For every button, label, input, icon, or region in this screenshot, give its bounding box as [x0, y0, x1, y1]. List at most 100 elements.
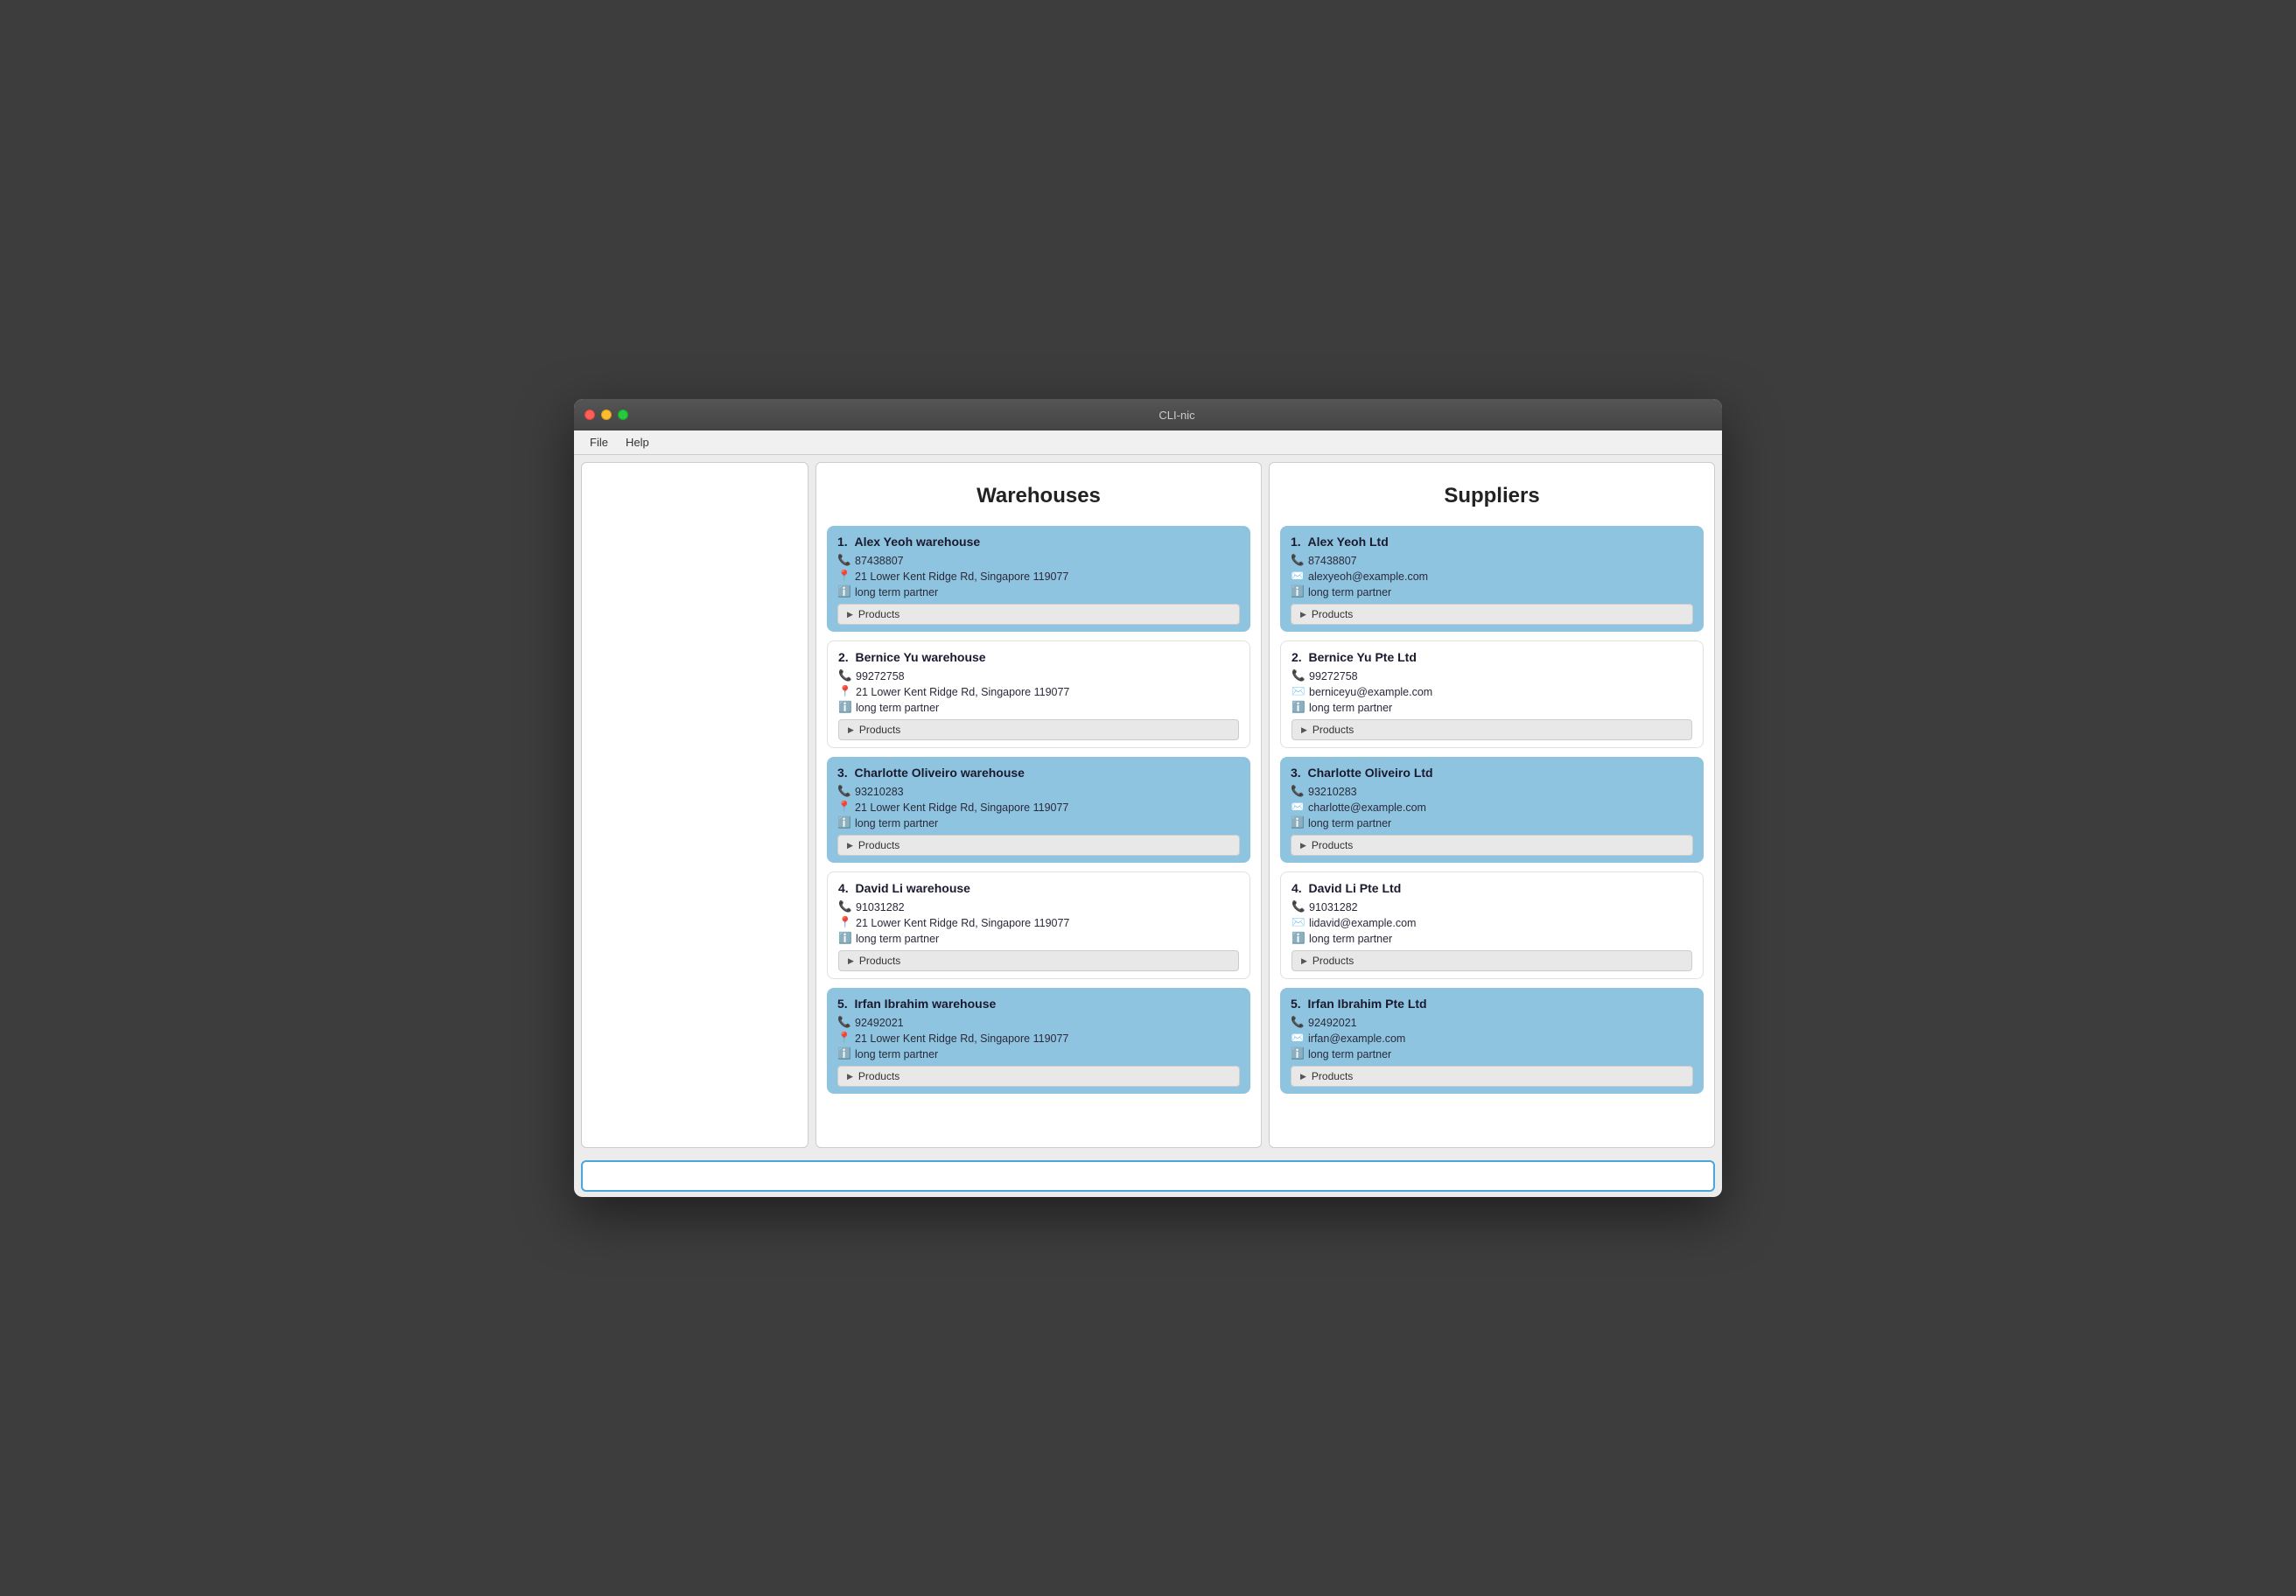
supplier-products-btn[interactable]: ▶ Products: [1291, 835, 1693, 856]
menu-help[interactable]: Help: [617, 434, 658, 451]
phone-icon: 📞: [1291, 1016, 1303, 1029]
menu-bar: File Help: [574, 430, 1722, 455]
warehouse-note: ℹ️ long term partner: [837, 585, 1240, 598]
minimize-button[interactable]: [601, 410, 612, 420]
phone-icon: 📞: [1292, 669, 1304, 682]
info-icon: ℹ️: [837, 585, 850, 598]
warehouse-products-btn[interactable]: ▶ Products: [838, 719, 1239, 740]
email-icon: ✉️: [1292, 685, 1304, 698]
supplier-email: ✉️ alexyeoh@example.com: [1291, 570, 1693, 583]
title-bar: CLI-nic: [574, 399, 1722, 430]
info-icon: ℹ️: [838, 701, 850, 714]
warehouse-phone: 📞 93210283: [837, 785, 1240, 798]
supplier-phone: 📞 91031282: [1292, 900, 1692, 914]
bottom-bar: [574, 1155, 1722, 1197]
warehouses-list[interactable]: 1. Alex Yeoh warehouse 📞 87438807 📍 21 L…: [816, 522, 1261, 1147]
supplier-card-header: 1. Alex Yeoh Ltd: [1291, 535, 1693, 549]
supplier-email: ✉️ charlotte@example.com: [1291, 801, 1693, 814]
supplier-note: ℹ️ long term partner: [1291, 1047, 1693, 1060]
supplier-phone: 📞 92492021: [1291, 1016, 1693, 1029]
location-icon: 📍: [837, 801, 850, 814]
location-icon: 📍: [837, 1032, 850, 1045]
supplier-products-btn[interactable]: ▶ Products: [1292, 719, 1692, 740]
triangle-icon: ▶: [848, 956, 854, 966]
warehouse-card-4[interactable]: 4. David Li warehouse 📞 91031282 📍 21 Lo…: [827, 872, 1250, 979]
suppliers-panel: Suppliers 1. Alex Yeoh Ltd 📞 87438807 ✉️…: [1269, 462, 1715, 1148]
email-icon: ✉️: [1291, 570, 1303, 583]
supplier-note: ℹ️ long term partner: [1291, 585, 1693, 598]
warehouse-address: 📍 21 Lower Kent Ridge Rd, Singapore 1190…: [837, 570, 1240, 583]
info-icon: ℹ️: [1291, 585, 1303, 598]
supplier-products-btn[interactable]: ▶ Products: [1291, 1066, 1693, 1087]
warehouse-note: ℹ️ long term partner: [838, 932, 1239, 945]
supplier-note: ℹ️ long term partner: [1292, 932, 1692, 945]
supplier-card-header: 3. Charlotte Oliveiro Ltd: [1291, 766, 1693, 780]
supplier-card-2[interactable]: 2. Bernice Yu Pte Ltd 📞 99272758 ✉️ bern…: [1280, 640, 1704, 748]
warehouse-note: ℹ️ long term partner: [837, 1047, 1240, 1060]
command-input[interactable]: [581, 1160, 1715, 1192]
menu-file[interactable]: File: [581, 434, 617, 451]
warehouse-products-btn[interactable]: ▶ Products: [837, 1066, 1240, 1087]
supplier-card-header: 4. David Li Pte Ltd: [1292, 881, 1692, 895]
warehouses-panel: Warehouses 1. Alex Yeoh warehouse 📞 8743…: [816, 462, 1262, 1148]
warehouse-card-2[interactable]: 2. Bernice Yu warehouse 📞 99272758 📍 21 …: [827, 640, 1250, 748]
close-button[interactable]: [584, 410, 595, 420]
supplier-card-3[interactable]: 3. Charlotte Oliveiro Ltd 📞 93210283 ✉️ …: [1280, 757, 1704, 863]
main-content: Warehouses 1. Alex Yeoh warehouse 📞 8743…: [574, 455, 1722, 1155]
app-window: CLI-nic File Help Warehouses 1. Alex Yeo…: [574, 399, 1722, 1197]
warehouse-card-1[interactable]: 1. Alex Yeoh warehouse 📞 87438807 📍 21 L…: [827, 526, 1250, 632]
supplier-products-btn[interactable]: ▶ Products: [1292, 950, 1692, 971]
triangle-icon: ▶: [847, 610, 853, 620]
warehouse-address: 📍 21 Lower Kent Ridge Rd, Singapore 1190…: [837, 801, 1240, 814]
warehouse-card-header: 1. Alex Yeoh warehouse: [837, 535, 1240, 549]
suppliers-list[interactable]: 1. Alex Yeoh Ltd 📞 87438807 ✉️ alexyeoh@…: [1270, 522, 1714, 1147]
warehouse-card-header: 5. Irfan Ibrahim warehouse: [837, 997, 1240, 1011]
maximize-button[interactable]: [618, 410, 628, 420]
warehouse-card-3[interactable]: 3. Charlotte Oliveiro warehouse 📞 932102…: [827, 757, 1250, 863]
supplier-note: ℹ️ long term partner: [1292, 701, 1692, 714]
info-icon: ℹ️: [837, 816, 850, 830]
info-icon: ℹ️: [1292, 701, 1304, 714]
supplier-email: ✉️ irfan@example.com: [1291, 1032, 1693, 1045]
info-icon: ℹ️: [1292, 932, 1304, 945]
window-title: CLI-nic: [642, 409, 1712, 422]
warehouse-products-btn[interactable]: ▶ Products: [838, 950, 1239, 971]
phone-icon: 📞: [1291, 785, 1303, 798]
supplier-card-1[interactable]: 1. Alex Yeoh Ltd 📞 87438807 ✉️ alexyeoh@…: [1280, 526, 1704, 632]
phone-icon: 📞: [837, 554, 850, 567]
info-icon: ℹ️: [838, 932, 850, 945]
warehouse-phone: 📞 92492021: [837, 1016, 1240, 1029]
triangle-icon: ▶: [1300, 841, 1306, 850]
warehouse-products-btn[interactable]: ▶ Products: [837, 835, 1240, 856]
phone-icon: 📞: [838, 669, 850, 682]
warehouse-phone: 📞 91031282: [838, 900, 1239, 914]
info-icon: ℹ️: [1291, 816, 1303, 830]
supplier-products-btn[interactable]: ▶ Products: [1291, 604, 1693, 625]
warehouse-card-5[interactable]: 5. Irfan Ibrahim warehouse 📞 92492021 📍 …: [827, 988, 1250, 1094]
phone-icon: 📞: [1292, 900, 1304, 914]
info-icon: ℹ️: [1291, 1047, 1303, 1060]
triangle-icon: ▶: [847, 841, 853, 850]
warehouse-products-btn[interactable]: ▶ Products: [837, 604, 1240, 625]
supplier-note: ℹ️ long term partner: [1291, 816, 1693, 830]
supplier-card-header: 5. Irfan Ibrahim Pte Ltd: [1291, 997, 1693, 1011]
triangle-icon: ▶: [1300, 1072, 1306, 1082]
phone-icon: 📞: [1291, 554, 1303, 567]
supplier-phone: 📞 93210283: [1291, 785, 1693, 798]
triangle-icon: ▶: [1301, 725, 1307, 735]
warehouse-phone: 📞 99272758: [838, 669, 1239, 682]
email-icon: ✉️: [1291, 1032, 1303, 1045]
supplier-phone: 📞 87438807: [1291, 554, 1693, 567]
supplier-phone: 📞 99272758: [1292, 669, 1692, 682]
triangle-icon: ▶: [1300, 610, 1306, 620]
warehouse-address: 📍 21 Lower Kent Ridge Rd, Singapore 1190…: [838, 685, 1239, 698]
email-icon: ✉️: [1291, 801, 1303, 814]
warehouse-phone: 📞 87438807: [837, 554, 1240, 567]
warehouse-card-header: 3. Charlotte Oliveiro warehouse: [837, 766, 1240, 780]
suppliers-title: Suppliers: [1270, 463, 1714, 522]
warehouse-address: 📍 21 Lower Kent Ridge Rd, Singapore 1190…: [838, 916, 1239, 929]
supplier-email: ✉️ lidavid@example.com: [1292, 916, 1692, 929]
triangle-icon: ▶: [847, 1072, 853, 1082]
supplier-card-4[interactable]: 4. David Li Pte Ltd 📞 91031282 ✉️ lidavi…: [1280, 872, 1704, 979]
supplier-card-5[interactable]: 5. Irfan Ibrahim Pte Ltd 📞 92492021 ✉️ i…: [1280, 988, 1704, 1094]
